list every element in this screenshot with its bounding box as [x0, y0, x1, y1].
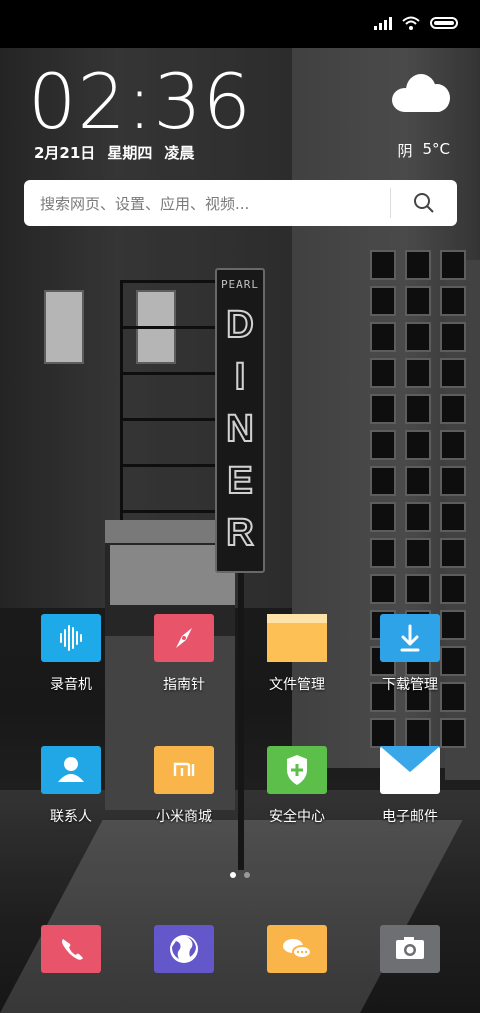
page-indicator — [230, 872, 250, 878]
app-recorder[interactable]: 录音机 — [21, 614, 121, 694]
dock-messages[interactable] — [247, 925, 347, 973]
search-bar[interactable]: 搜索网页、设置、应用、视频... — [24, 180, 457, 226]
dock-phone[interactable] — [21, 925, 121, 973]
messages-icon — [267, 925, 327, 973]
compass-icon — [154, 614, 214, 662]
phone-icon — [41, 925, 101, 973]
page-dot — [244, 872, 250, 878]
app-label: 指南针 — [163, 677, 205, 693]
clock-weekday: 星期四 — [107, 144, 153, 162]
weather-temperature: 5°C — [422, 140, 450, 158]
wifi-icon — [402, 16, 420, 30]
email-icon — [380, 746, 440, 794]
weather-widget[interactable] — [392, 72, 450, 112]
security-icon — [267, 746, 327, 794]
search-button[interactable] — [391, 180, 457, 226]
app-label: 下载管理 — [382, 677, 438, 693]
app-compass[interactable]: 指南针 — [134, 614, 234, 694]
dock-camera[interactable] — [360, 925, 460, 973]
app-contacts[interactable]: 联系人 — [21, 746, 121, 826]
camera-icon — [380, 925, 440, 973]
signal-icon — [374, 16, 392, 30]
app-label: 安全中心 — [269, 809, 325, 825]
search-icon — [414, 193, 434, 213]
clock-period: 凌晨 — [164, 144, 195, 162]
app-mi-store[interactable]: 小米商城 — [134, 746, 234, 826]
clock-date: 2月21日 — [34, 144, 96, 162]
folder-icon — [267, 614, 327, 662]
app-label: 文件管理 — [269, 677, 325, 693]
weather-condition: 阴 — [397, 142, 413, 160]
contacts-icon — [41, 746, 101, 794]
download-icon — [380, 614, 440, 662]
recorder-icon — [41, 614, 101, 662]
weather-text[interactable]: 阴 5°C — [397, 140, 450, 161]
app-label: 联系人 — [50, 809, 92, 825]
app-email[interactable]: 电子邮件 — [360, 746, 460, 826]
clock-date-row[interactable]: 2月21日 星期四 凌晨 — [34, 142, 194, 163]
app-file-manager[interactable]: 文件管理 — [247, 614, 347, 694]
app-download-manager[interactable]: 下载管理 — [360, 614, 460, 694]
app-security-center[interactable]: 安全中心 — [247, 746, 347, 826]
battery-icon — [430, 17, 458, 29]
page-dot-active — [230, 872, 236, 878]
search-placeholder[interactable]: 搜索网页、设置、应用、视频... — [24, 193, 390, 214]
browser-icon — [154, 925, 214, 973]
status-bar — [0, 0, 480, 48]
clock-time[interactable]: 02:36 — [28, 62, 252, 142]
app-label: 电子邮件 — [382, 809, 438, 825]
app-label: 小米商城 — [156, 809, 212, 825]
cloud-icon — [392, 72, 450, 112]
mi-store-icon — [154, 746, 214, 794]
dock-browser[interactable] — [134, 925, 234, 973]
app-label: 录音机 — [50, 677, 92, 693]
